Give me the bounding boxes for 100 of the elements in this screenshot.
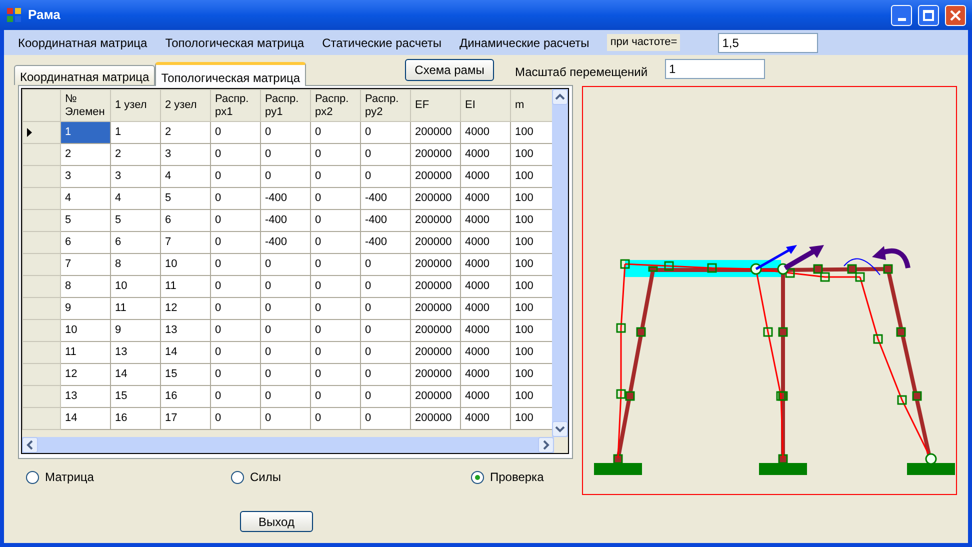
radio-button[interactable]	[26, 470, 39, 484]
table-cell: 10	[110, 276, 160, 298]
table-cell: 2	[110, 144, 160, 166]
column-header[interactable]: Распр. py1	[260, 90, 310, 122]
radio-button[interactable]	[471, 470, 484, 484]
table-cell: 7	[60, 254, 110, 276]
table-cell: 3	[110, 166, 160, 188]
table-cell: 0	[360, 364, 410, 386]
table-cell: 12	[160, 298, 210, 320]
table-cell: 0	[260, 276, 310, 298]
column-header[interactable]: EF	[410, 90, 460, 122]
table-cell: 0	[210, 232, 260, 254]
table-cell: 0	[260, 254, 310, 276]
column-header[interactable]: 1 узел	[110, 90, 160, 122]
table-cell: 0	[260, 320, 310, 342]
table-cell: 0	[260, 166, 310, 188]
column-header[interactable]: Распр. px1	[210, 90, 260, 122]
radio-label[interactable]: Матрица	[45, 468, 94, 486]
table-cell: 11	[110, 298, 160, 320]
table-cell: 14	[110, 364, 160, 386]
horizontal-scrollbar[interactable]	[22, 437, 554, 453]
table-cell: 6	[110, 232, 160, 254]
radio-button[interactable]	[231, 470, 244, 484]
table-cell: 0	[210, 166, 260, 188]
table-cell: 16	[110, 408, 160, 430]
table-cell: 5	[60, 210, 110, 232]
frequency-field[interactable]: 1,5	[718, 32, 818, 52]
table-cell: 12	[60, 364, 110, 386]
frame-scheme-button[interactable]: Схема рамы	[405, 59, 494, 81]
table-cell: 0	[210, 408, 260, 430]
menu-item[interactable]: Статические расчеты	[322, 34, 442, 52]
table-cell: 4	[110, 188, 160, 210]
table-cell: 0	[260, 298, 310, 320]
vertical-scrollbar[interactable]	[552, 89, 568, 437]
table-cell: 1	[110, 122, 160, 144]
table-cell: -400	[260, 210, 310, 232]
column-header[interactable]: 2 узел	[160, 90, 210, 122]
scroll-down-icon[interactable]	[552, 421, 568, 437]
table-cell: 0	[360, 166, 410, 188]
menu-item[interactable]: Координатная матрица	[18, 34, 148, 52]
close-button[interactable]	[945, 4, 966, 26]
table-cell: 4000	[460, 298, 510, 320]
table-cell: 0	[310, 144, 360, 166]
column-header[interactable]: № Элемен	[60, 90, 110, 122]
tab[interactable]: Топологическая матрица	[155, 62, 306, 86]
table-cell: 0	[360, 122, 410, 144]
table-cell: 5	[110, 210, 160, 232]
table-cell: 200000	[410, 122, 460, 144]
menu-item[interactable]: Динамические расчеты	[459, 34, 590, 52]
table-cell: 2	[160, 122, 210, 144]
table-cell: 0	[310, 408, 360, 430]
scroll-right-icon[interactable]	[538, 437, 554, 453]
table-cell: 8	[60, 276, 110, 298]
column-header[interactable]: Распр. py2	[360, 90, 410, 122]
minimize-icon	[898, 18, 906, 20]
table-cell: 3	[160, 144, 210, 166]
table-cell: 5	[160, 188, 210, 210]
table-cell: 11	[60, 342, 110, 364]
column-header[interactable]: Распр. px2	[310, 90, 360, 122]
table-cell: 0	[210, 342, 260, 364]
table-cell: 200000	[410, 166, 460, 188]
table-cell: 4000	[460, 210, 510, 232]
table-cell: 10	[60, 320, 110, 342]
tab[interactable]: Координатная матрица	[14, 65, 156, 85]
table-cell: 0	[310, 276, 360, 298]
table-cell: 0	[210, 298, 260, 320]
table-cell: 0	[260, 144, 310, 166]
scale-field[interactable]: 1	[665, 59, 765, 79]
minimize-button[interactable]	[891, 4, 912, 26]
table-cell: 0	[310, 210, 360, 232]
app-icon	[6, 7, 22, 23]
column-header[interactable]: EI	[460, 90, 510, 122]
table-cell: 0	[210, 364, 260, 386]
radio-label[interactable]: Силы	[250, 468, 281, 486]
table-cell: 13	[110, 342, 160, 364]
row-header[interactable]	[22, 122, 60, 144]
maximize-icon	[923, 10, 934, 20]
table-cell: 0	[310, 122, 360, 144]
table-cell: 15	[110, 386, 160, 408]
table-cell: 200000	[410, 408, 460, 430]
maximize-button[interactable]	[918, 4, 939, 26]
table-cell: 0	[360, 320, 410, 342]
table-cell: 0	[310, 232, 360, 254]
table-cell: 4000	[460, 232, 510, 254]
radio-label[interactable]: Проверка	[490, 468, 544, 486]
table-cell: 15	[160, 364, 210, 386]
exit-button[interactable]: Выход	[240, 511, 313, 532]
table-cell: 200000	[410, 298, 460, 320]
table-cell: 4000	[460, 276, 510, 298]
menu-item[interactable]: Топологическая матрица	[165, 34, 304, 52]
scroll-left-icon[interactable]	[22, 437, 38, 453]
table-cell: -400	[360, 188, 410, 210]
close-icon	[950, 10, 961, 20]
table-cell: 200000	[410, 254, 460, 276]
table-cell: 4000	[460, 364, 510, 386]
scroll-up-icon[interactable]	[552, 89, 568, 105]
table-cell: 200000	[410, 276, 460, 298]
table-cell: 0	[210, 210, 260, 232]
table-cell: 13	[160, 320, 210, 342]
table-cell: 9	[110, 320, 160, 342]
